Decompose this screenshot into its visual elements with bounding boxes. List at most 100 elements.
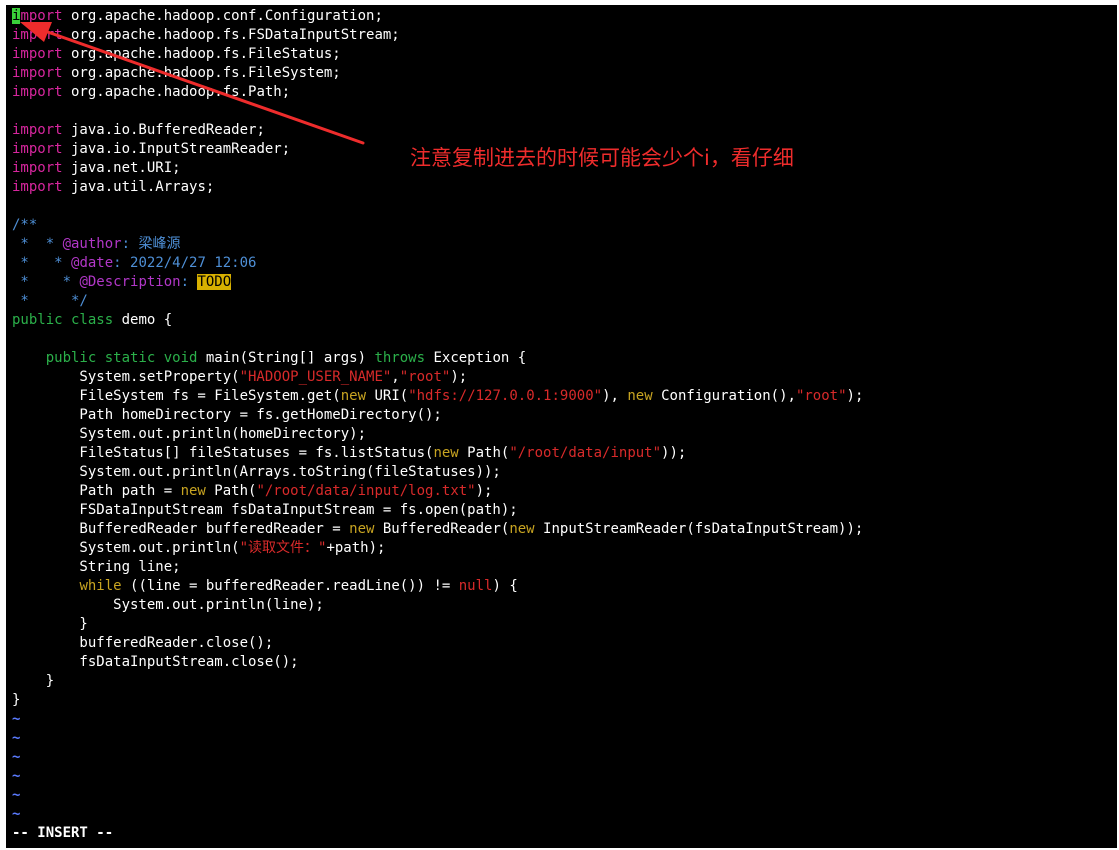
code-line[interactable]: System.out.println("读取文件："+path);: [12, 539, 863, 558]
code-token: :: [180, 274, 198, 290]
code-line[interactable]: * * @author: 梁峰源: [12, 235, 863, 254]
code-line[interactable]: }: [12, 672, 863, 691]
code-token: import: [12, 46, 63, 62]
code-line[interactable]: System.out.println(Arrays.toString(fileS…: [12, 463, 863, 482]
code-token: System.out.println(homeDirectory);: [12, 426, 367, 442]
code-line[interactable]: public static void main(String[] args) t…: [12, 349, 863, 368]
code-line[interactable]: }: [12, 615, 863, 634]
tilde-marker: ~: [12, 768, 21, 784]
code-token: import: [12, 179, 63, 195]
code-token: java.io.InputStreamReader;: [62, 141, 291, 157]
code-token: /**: [12, 217, 38, 233]
code-line[interactable]: Path path = new Path("/root/data/input/l…: [12, 482, 863, 501]
code-token: public class: [12, 312, 114, 328]
code-token: org.apache.hadoop.conf.Configuration;: [62, 8, 383, 24]
code-line[interactable]: }: [12, 691, 863, 710]
code-line[interactable]: import org.apache.hadoop.fs.FileStatus;: [12, 45, 863, 64]
code-token: org.apache.hadoop.fs.FSDataInputStream;: [62, 27, 400, 43]
code-line[interactable]: * */: [12, 292, 863, 311]
code-token: @Description: [79, 274, 181, 290]
empty-line-marker: ~: [12, 748, 863, 767]
code-token: new: [433, 445, 459, 461]
code-line[interactable]: /**: [12, 216, 863, 235]
code-line[interactable]: Path homeDirectory = fs.getHomeDirectory…: [12, 406, 863, 425]
tilde-marker: ~: [12, 787, 21, 803]
code-token: "root": [795, 388, 847, 404]
code-line[interactable]: * * @date: 2022/4/27 12:06: [12, 254, 863, 273]
code-token: org.apache.hadoop.fs.Path;: [62, 84, 291, 100]
code-line[interactable]: while ((line = bufferedReader.readLine()…: [12, 577, 863, 596]
code-line[interactable]: public class demo {: [12, 311, 863, 330]
tilde-marker: ~: [12, 806, 21, 822]
code-line[interactable]: import org.apache.hadoop.conf.Configurat…: [12, 7, 863, 26]
code-token: InputStreamReader(fsDataInputStream));: [534, 521, 864, 537]
code-token: import: [12, 27, 63, 43]
code-line[interactable]: import org.apache.hadoop.fs.FSDataInputS…: [12, 26, 863, 45]
code-token: "/root/data/input": [509, 445, 662, 461]
code-token: );: [450, 369, 468, 385]
code-line[interactable]: import java.io.BufferedReader;: [12, 121, 863, 140]
empty-line-marker: ~: [12, 729, 863, 748]
code-token: : 2022/4/27 12:06: [113, 255, 257, 271]
code-line[interactable]: * * @Description: TODO: [12, 273, 863, 292]
code-token: );: [846, 388, 864, 404]
code-line[interactable]: [12, 197, 863, 216]
code-token: ) {: [492, 578, 518, 594]
code-token: ));: [661, 445, 687, 461]
code-line[interactable]: bufferedReader.close();: [12, 634, 863, 653]
terminal-window[interactable]: import org.apache.hadoop.conf.Configurat…: [6, 5, 1117, 848]
code-token: ),: [602, 388, 628, 404]
code-token: * *: [12, 236, 63, 252]
code-token: new: [180, 483, 206, 499]
code-token: import: [12, 122, 63, 138]
code-token: String line;: [12, 559, 181, 575]
code-token: }: [12, 616, 88, 632]
code-token: "/root/data/input/log.txt": [256, 483, 476, 499]
code-line[interactable]: import org.apache.hadoop.fs.FileSystem;: [12, 64, 863, 83]
code-token: org.apache.hadoop.fs.FileStatus;: [62, 46, 341, 62]
code-line[interactable]: [12, 102, 863, 121]
code-token: while: [79, 578, 122, 594]
code-line[interactable]: System.out.println(line);: [12, 596, 863, 615]
code-line[interactable]: String line;: [12, 558, 863, 577]
empty-line-marker: ~: [12, 767, 863, 786]
code-token: java.net.URI;: [62, 160, 181, 176]
code-line[interactable]: FileStatus[] fileStatuses = fs.listStatu…: [12, 444, 863, 463]
code-token: null: [458, 578, 493, 594]
code-token: @date: [71, 255, 114, 271]
code-line[interactable]: fsDataInputStream.close();: [12, 653, 863, 672]
code-token: Path(: [205, 483, 257, 499]
code-token: "hdfs://127.0.0.1:9000": [408, 388, 603, 404]
code-token: fsDataInputStream.close();: [12, 654, 299, 670]
code-token: new: [349, 521, 375, 537]
code-line[interactable]: import org.apache.hadoop.fs.Path;: [12, 83, 863, 102]
code-token: import: [12, 84, 63, 100]
code-token: new: [627, 388, 653, 404]
code-area[interactable]: import org.apache.hadoop.conf.Configurat…: [12, 7, 863, 843]
code-line[interactable]: FSDataInputStream fsDataInputStream = fs…: [12, 501, 863, 520]
code-token: System.setProperty(: [12, 369, 240, 385]
tilde-marker: ~: [12, 730, 21, 746]
code-token: "root": [399, 369, 451, 385]
code-token: java.io.BufferedReader;: [62, 122, 265, 138]
code-token: * */: [12, 293, 88, 309]
code-line[interactable]: FileSystem fs = FileSystem.get(new URI("…: [12, 387, 863, 406]
code-token: bufferedReader.close();: [12, 635, 274, 651]
tilde-marker: ~: [12, 711, 21, 727]
code-token: main(String[] args): [197, 350, 375, 366]
code-token: Path(: [458, 445, 510, 461]
code-line[interactable]: [12, 330, 863, 349]
code-line[interactable]: import java.util.Arrays;: [12, 178, 863, 197]
code-token: import: [12, 65, 63, 81]
code-line[interactable]: System.setProperty("HADOOP_USER_NAME","r…: [12, 368, 863, 387]
code-token: * *: [12, 274, 80, 290]
code-token: mport: [20, 8, 63, 24]
code-token: System.out.println(: [12, 540, 240, 556]
code-token: }: [12, 692, 21, 708]
code-token: ,: [391, 369, 400, 385]
code-token: System.out.println(line);: [12, 597, 324, 613]
code-line[interactable]: BufferedReader bufferedReader = new Buff…: [12, 520, 863, 539]
code-line[interactable]: System.out.println(homeDirectory);: [12, 425, 863, 444]
code-token: import: [12, 141, 63, 157]
